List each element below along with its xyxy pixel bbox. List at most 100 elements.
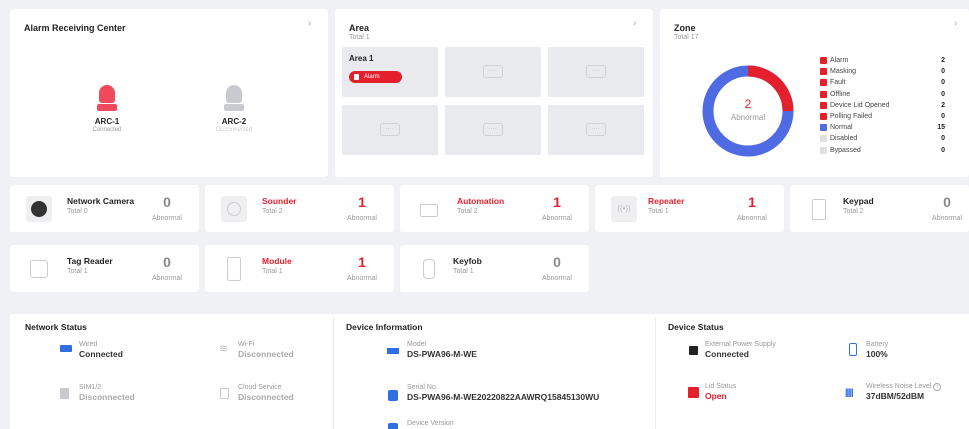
donut-value: 2 xyxy=(745,97,752,111)
abnormal-label: Abnormal xyxy=(737,215,767,222)
empty-area-icon xyxy=(483,123,503,136)
zone-chevron-right-icon[interactable]: › xyxy=(954,19,957,29)
legend-swatch xyxy=(820,57,827,64)
legend-swatch xyxy=(820,135,827,143)
abnormal-label: Abnormal xyxy=(152,275,182,282)
legend-swatch xyxy=(820,146,827,154)
automation-icon xyxy=(416,196,442,222)
area-tile-empty xyxy=(445,105,541,155)
legend-label: Alarm xyxy=(830,57,849,64)
legend-swatch xyxy=(820,90,827,98)
area-tile-empty xyxy=(342,105,438,155)
battery-icon xyxy=(849,343,857,356)
divider xyxy=(655,318,656,429)
legend-label: Polling Failed xyxy=(830,113,873,120)
sim-status: SIM1/2 Disconnected xyxy=(79,384,135,402)
zone-legend-row: Normal 15 xyxy=(820,123,945,132)
arc-item-2[interactable]: ARC-2 Disconnected xyxy=(189,85,279,133)
arc-title: Alarm Receiving Center xyxy=(24,23,126,33)
zone-legend-row: Polling Failed 0 xyxy=(820,112,945,121)
zone-legend-row: Alarm 2 xyxy=(820,56,945,65)
legend-label: Disabled xyxy=(830,135,858,143)
serial-info: Serial No. DS-PWA96-M-WE20220822AAWRQ158… xyxy=(407,384,600,402)
device-total: Total 1 xyxy=(67,268,88,275)
zone-legend-row: Device Lid Opened 2 xyxy=(820,101,945,110)
abnormal-label: Abnormal xyxy=(152,215,182,222)
legend-value: 2 xyxy=(941,101,945,109)
legend-value: 0 xyxy=(941,146,945,154)
zone-title: Zone xyxy=(674,23,696,33)
device-module[interactable]: Module Total 1 1 Abnormal xyxy=(205,245,394,292)
abnormal-count: 0 xyxy=(943,194,951,210)
donut-label: Abnormal xyxy=(731,113,765,122)
battery-status: Battery 100% xyxy=(866,341,889,359)
legend-label: Bypassed xyxy=(830,146,861,154)
device-tag-reader[interactable]: Tag Reader Total 1 0 Abnormal xyxy=(10,245,199,292)
abnormal-count: 1 xyxy=(748,194,756,210)
abnormal-count: 0 xyxy=(553,254,561,270)
device-repeater[interactable]: ((•)) Repeater Total 1 1 Abnormal xyxy=(595,185,784,232)
model-icon xyxy=(387,348,399,354)
device-name: Network Camera xyxy=(67,196,135,206)
arc-chevron-right-icon[interactable]: › xyxy=(308,19,311,29)
cloud-status: Cloud Service Disconnected xyxy=(238,384,294,402)
power-status: External Power Supply Connected xyxy=(705,341,776,359)
legend-label: Fault xyxy=(830,79,846,87)
abnormal-label: Abnormal xyxy=(932,215,962,222)
device-name: Automation xyxy=(457,196,505,206)
device-total: Total 2 xyxy=(843,208,864,215)
divider xyxy=(333,318,334,429)
abnormal-count: 0 xyxy=(163,254,171,270)
device-keyfob[interactable]: Keyfob Total 1 0 Abnormal xyxy=(400,245,589,292)
device-network-camera[interactable]: Network Camera Total 0 0 Abnormal xyxy=(10,185,199,232)
abnormal-label: Abnormal xyxy=(347,275,377,282)
network-status-title: Network Status xyxy=(25,322,87,332)
zone-legend-row: Bypassed 0 xyxy=(820,146,945,155)
alarm-badge: Alarm xyxy=(349,71,402,83)
legend-value: 0 xyxy=(941,135,945,143)
area-tile-empty xyxy=(548,47,644,97)
device-total: Total 2 xyxy=(262,208,283,215)
abnormal-count: 0 xyxy=(163,194,171,210)
legend-value: 15 xyxy=(937,124,945,132)
sim-icon xyxy=(60,388,69,399)
repeater-icon: ((•)) xyxy=(611,196,637,222)
arc-item-name: ARC-2 xyxy=(221,117,247,126)
legend-swatch xyxy=(820,68,827,76)
wireless-noise-icon: ||||| xyxy=(845,387,854,397)
noise-status: Wireless Noise Level i 37dBM/52dBM xyxy=(866,382,942,402)
lid-status: Lid Status Open xyxy=(705,383,737,401)
zone-legend-row: Offline 0 xyxy=(820,90,945,99)
legend-value: 2 xyxy=(941,57,945,64)
power-plug-icon xyxy=(689,346,698,355)
abnormal-label: Abnormal xyxy=(542,215,572,222)
abnormal-count: 1 xyxy=(358,194,366,210)
arc-item-1[interactable]: ARC-1 Connected xyxy=(62,85,152,133)
ethernet-icon xyxy=(60,345,72,352)
info-icon[interactable]: i xyxy=(933,383,942,391)
empty-area-icon xyxy=(586,65,606,78)
device-total: Total 0 xyxy=(67,208,88,215)
device-keypad[interactable]: Keypad Total 2 0 Abnormal xyxy=(790,185,969,232)
abnormal-count: 1 xyxy=(553,194,561,210)
wifi-icon: ≋ xyxy=(219,343,229,355)
legend-value: 0 xyxy=(941,113,945,120)
device-name: Tag Reader xyxy=(67,256,113,266)
zone-legend-row: Masking 0 xyxy=(820,67,945,76)
abnormal-label: Abnormal xyxy=(542,275,572,282)
area-tile-empty xyxy=(548,105,644,155)
grey-siren-icon xyxy=(224,85,244,113)
device-status-title: Device Status xyxy=(668,322,724,332)
empty-area-icon xyxy=(483,65,503,78)
area-tile-1[interactable]: Area 1 Alarm xyxy=(342,47,438,97)
area-chevron-right-icon[interactable]: › xyxy=(633,19,636,29)
legend-label: Masking xyxy=(830,68,857,76)
red-siren-icon xyxy=(97,85,117,113)
device-automation[interactable]: Automation Total 2 1 Abnormal xyxy=(400,185,589,232)
area-total: Total 1 xyxy=(349,34,370,41)
device-name: Keyfob xyxy=(453,256,482,266)
abnormal-count: 1 xyxy=(358,254,366,270)
status-panel xyxy=(10,314,969,429)
device-sounder[interactable]: Sounder Total 2 1 Abnormal xyxy=(205,185,394,232)
legend-value: 0 xyxy=(941,79,945,87)
